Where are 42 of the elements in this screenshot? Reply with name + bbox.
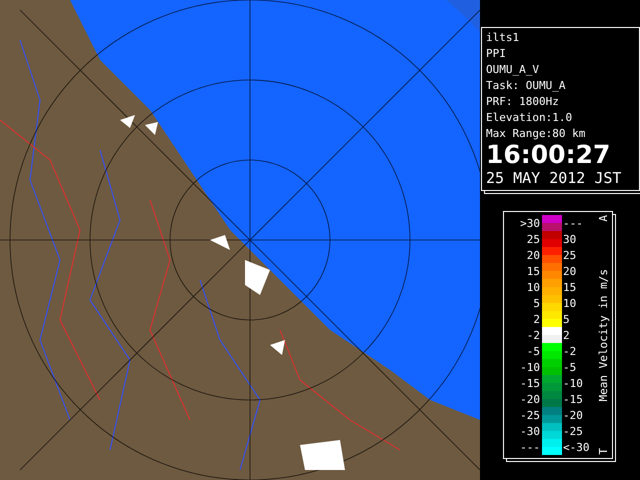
legend-label: -25 [519,408,541,422]
legend-label: -2 [562,344,578,358]
legend-label: 2 [562,328,571,342]
legend-label: -25 [562,424,584,438]
legend-label: -15 [519,376,541,390]
legend-label: -5 [562,360,578,374]
legend-label: --- [562,216,584,230]
legend-title: Mean Velocity in m/s [597,268,610,402]
legend-label: >30 [519,216,541,230]
legend-label: -10 [519,360,541,374]
legend-label: 5 [562,312,571,326]
legend-label: -20 [562,408,584,422]
legend-label: 10 [562,296,578,310]
legend-label: -15 [562,392,584,406]
info-text: Max Range:80 km [486,126,586,142]
legend-label: 30 [562,232,578,246]
info-text: PRF: 1800Hz [486,94,560,110]
info-text: PPI [486,46,507,62]
legend-label: 25 [562,248,578,262]
legend-label: 2 [532,312,541,326]
legend-label: 20 [562,264,578,278]
legend-label: 10 [526,280,541,294]
legend-label: 20 [526,248,541,262]
legend-label: -10 [562,376,584,390]
date-text: 25 MAY 2012 JST [486,168,622,188]
legend-label: <-30 [562,440,590,454]
legend-label: --- [519,440,541,454]
legend-mark: T [597,448,610,455]
legend-label: 15 [562,280,578,294]
legend-label: 15 [526,264,541,278]
legend-label: -30 [519,424,541,438]
legend-label: 5 [532,296,541,310]
info-text: OUMU_A_V [486,62,540,78]
time-text: 16:00:27 [486,142,612,168]
legend-label: -20 [519,392,541,406]
legend-label: -2 [526,328,541,342]
legend-label: 25 [526,232,541,246]
legend-mark: A [597,215,610,222]
info-text: ilts1 [486,30,520,46]
info-text: Task: OUMU_A [486,78,566,94]
info-text: Elevation:1.0 [486,110,574,126]
legend-label: -5 [526,344,541,358]
